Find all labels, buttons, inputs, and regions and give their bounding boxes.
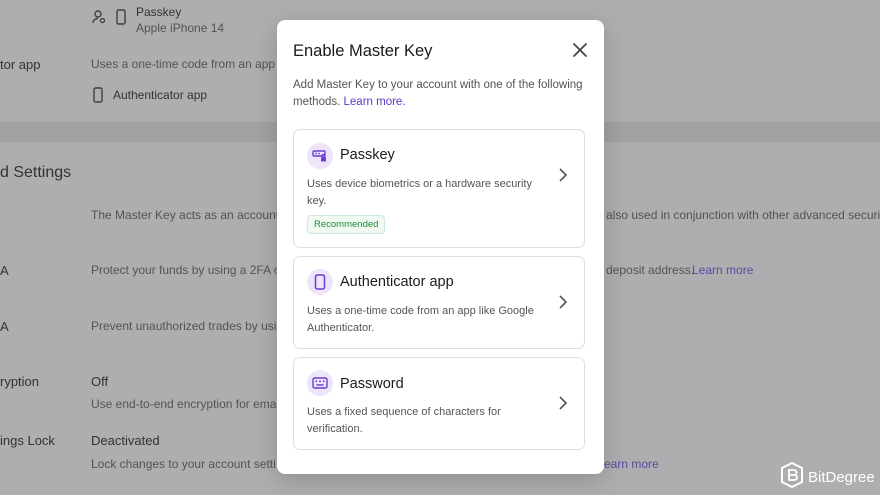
modal-title: Enable Master Key: [293, 42, 433, 60]
option-passkey[interactable]: Passkey Uses device biometrics or a hard…: [293, 129, 585, 248]
phone-icon: [307, 269, 333, 295]
chevron-right-icon: [558, 295, 568, 309]
passkey-icon: [307, 143, 333, 169]
option-password[interactable]: Password Uses a fixed sequence of charac…: [293, 357, 585, 450]
option-passkey-title: Passkey: [340, 147, 395, 163]
bitdegree-watermark: BitDegree: [781, 461, 875, 492]
modal-description-text: Add Master Key to your account with one …: [293, 79, 583, 108]
option-authenticator-desc: Uses a one-time code from an app like Go…: [307, 305, 534, 334]
enable-master-key-modal: Enable Master Key Add Master Key to your…: [277, 20, 604, 474]
learn-more-link[interactable]: Learn more.: [344, 96, 406, 108]
option-authenticator-app[interactable]: Authenticator app Uses a one-time code f…: [293, 256, 585, 349]
option-password-desc: Uses a fixed sequence of characters for …: [307, 406, 501, 435]
bitdegree-logo-text: BitDegree: [808, 468, 875, 486]
modal-description: Add Master Key to your account with one …: [293, 77, 583, 111]
close-icon[interactable]: [570, 40, 590, 60]
option-authenticator-title: Authenticator app: [340, 274, 454, 290]
recommended-badge: Recommended: [307, 215, 386, 234]
keyboard-icon: [307, 370, 333, 396]
chevron-right-icon: [558, 396, 568, 410]
option-passkey-desc: Uses device biometrics or a hardware sec…: [307, 178, 532, 207]
chevron-right-icon: [558, 168, 568, 182]
bitdegree-logo-icon: [781, 461, 803, 492]
option-password-title: Password: [340, 376, 404, 392]
